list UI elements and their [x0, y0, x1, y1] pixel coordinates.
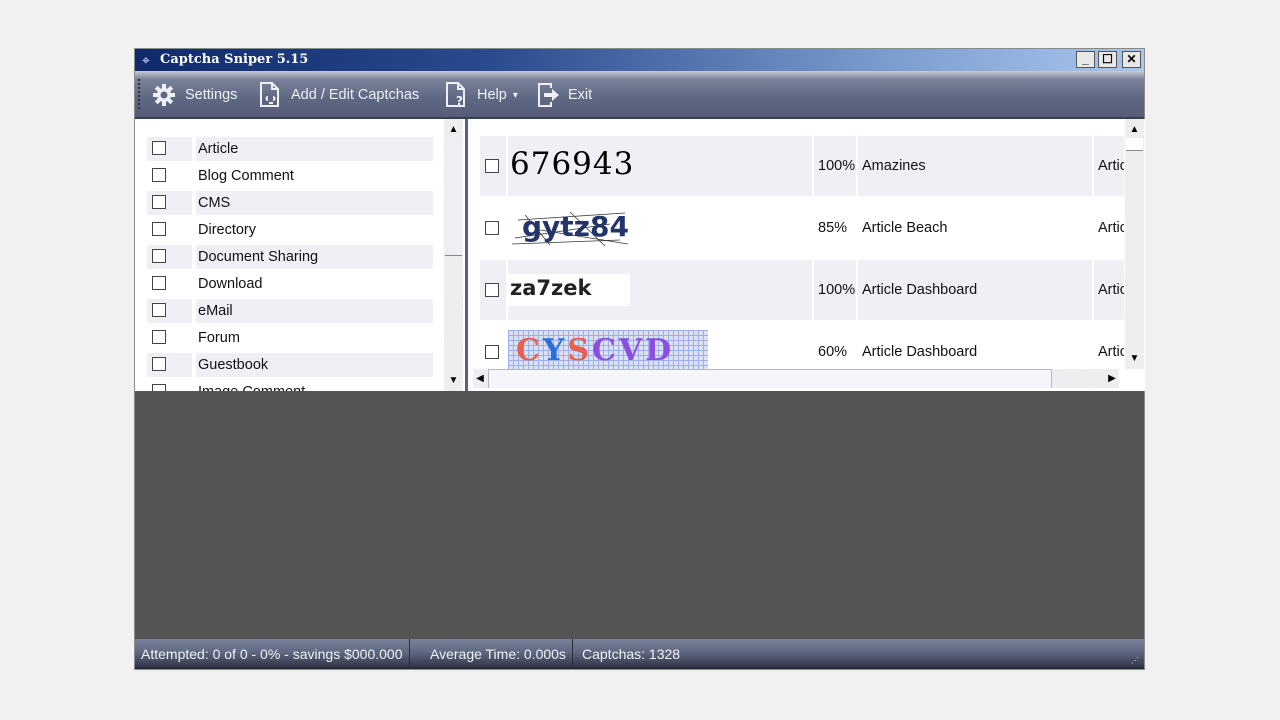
- toolbar: Settings Add / Edit Captchas ? Help ▾ Ex…: [135, 71, 1144, 119]
- document-help-icon: ?: [443, 82, 469, 108]
- captcha-category: Article: [1098, 282, 1124, 298]
- svg-text:?: ?: [456, 94, 463, 108]
- settings-button[interactable]: Settings: [151, 79, 237, 111]
- scroll-up-arrow[interactable]: ▲: [444, 121, 463, 138]
- category-label: Article: [196, 137, 433, 161]
- exit-label: Exit: [568, 87, 593, 103]
- document-edit-icon: [257, 82, 283, 108]
- captcha-image-text: gytz84: [522, 210, 629, 243]
- category-label: eMail: [196, 299, 433, 323]
- status-attempted: Attempted: 0 of 0 - 0% - savings $000.00…: [135, 639, 410, 669]
- category-item-article[interactable]: Article: [147, 137, 433, 161]
- captcha-category: Article: [1098, 158, 1124, 174]
- minimize-button[interactable]: _: [1076, 51, 1095, 68]
- help-menu-button[interactable]: ? Help ▾: [443, 79, 518, 111]
- crosshair-icon: ⌖: [142, 52, 150, 68]
- captcha-category: Article: [1098, 220, 1124, 236]
- close-button[interactable]: ✕: [1122, 51, 1141, 68]
- maximize-button[interactable]: ☐: [1098, 51, 1117, 68]
- gear-icon: [151, 82, 177, 108]
- category-label: Download: [198, 276, 263, 292]
- title-bar[interactable]: ⌖ Captcha Sniper 5.15 _ ☐ ✕: [135, 49, 1144, 71]
- captcha-name: Article Beach: [862, 220, 948, 236]
- captcha-checkbox[interactable]: [485, 345, 499, 359]
- captcha-image-text: CYSCVD: [516, 333, 675, 368]
- category-checkbox[interactable]: [152, 141, 166, 155]
- status-captcha-count: Captchas: 1328: [582, 646, 681, 662]
- help-label: Help: [477, 87, 507, 103]
- status-bar: Attempted: 0 of 0 - 0% - savings $000.00…: [135, 639, 1144, 669]
- category-checkbox[interactable]: [152, 168, 166, 182]
- scroll-down-arrow[interactable]: ▼: [1125, 350, 1144, 367]
- toolbar-grip[interactable]: [138, 79, 142, 109]
- scroll-thumb[interactable]: [445, 139, 462, 256]
- category-label: Image Comment: [196, 380, 431, 391]
- captcha-checkbox[interactable]: [485, 283, 499, 297]
- captcha-image-text: za7zek: [510, 276, 592, 300]
- category-scrollbar[interactable]: ▲ ▼: [444, 119, 463, 391]
- scroll-thumb[interactable]: [1126, 138, 1143, 151]
- category-checkbox[interactable]: [152, 276, 166, 290]
- category-item-download[interactable]: Download: [147, 272, 431, 296]
- exit-button[interactable]: Exit: [536, 79, 592, 111]
- category-item-document-sharing[interactable]: Document Sharing: [147, 245, 433, 269]
- category-item-guestbook[interactable]: Guestbook: [147, 353, 433, 377]
- captcha-accuracy: 85%: [818, 220, 848, 236]
- category-label: Guestbook: [196, 353, 433, 377]
- category-checkbox[interactable]: [152, 330, 166, 344]
- scroll-thumb[interactable]: [488, 369, 1052, 388]
- captcha-image: 676943: [508, 136, 812, 196]
- scroll-left-arrow[interactable]: ◀: [473, 370, 487, 387]
- category-checkbox[interactable]: [152, 222, 166, 236]
- captcha-vertical-scrollbar[interactable]: ▲ ▼: [1125, 119, 1144, 369]
- category-checkbox[interactable]: [152, 195, 166, 209]
- category-list: Article Blog Comment CMS Directory Docum…: [135, 119, 465, 391]
- category-checkbox[interactable]: [152, 249, 166, 263]
- category-label: Document Sharing: [196, 245, 433, 269]
- scroll-down-arrow[interactable]: ▼: [444, 372, 463, 389]
- captcha-image: za7zek: [508, 260, 812, 320]
- captcha-image: gytz84: [508, 198, 812, 258]
- captcha-accuracy: 100%: [818, 158, 856, 174]
- captcha-row[interactable]: 676943 100% Amazines Article: [480, 136, 1124, 196]
- settings-label: Settings: [185, 87, 238, 103]
- captcha-list: 676943 100% Amazines Article gytz84 85% …: [468, 119, 1145, 391]
- captcha-accuracy: 100%: [818, 282, 856, 298]
- category-item-email[interactable]: eMail: [147, 299, 433, 323]
- category-item-cms[interactable]: CMS: [147, 191, 433, 215]
- category-label: Forum: [198, 330, 240, 346]
- scroll-up-arrow[interactable]: ▲: [1125, 121, 1144, 138]
- category-checkbox[interactable]: [152, 303, 166, 317]
- scroll-right-arrow[interactable]: ▶: [1105, 370, 1119, 387]
- category-label: CMS: [196, 191, 433, 215]
- category-label: Blog Comment: [198, 168, 294, 184]
- captcha-checkbox[interactable]: [485, 221, 499, 235]
- resize-grip-icon[interactable]: ⋰: [1131, 656, 1141, 666]
- window-title: Captcha Sniper 5.15: [160, 52, 309, 67]
- category-item-directory[interactable]: Directory: [147, 218, 431, 242]
- captcha-image-text: 676943: [510, 146, 635, 182]
- captcha-row[interactable]: gytz84 85% Article Beach Article: [480, 198, 1124, 258]
- captcha-horizontal-scrollbar[interactable]: ◀ ▶: [473, 369, 1119, 388]
- captcha-checkbox[interactable]: [485, 159, 499, 173]
- add-edit-captchas-button[interactable]: Add / Edit Captchas: [257, 79, 419, 111]
- captcha-name: Article Dashboard: [862, 282, 978, 298]
- category-checkbox[interactable]: [152, 384, 166, 391]
- category-item-forum[interactable]: Forum: [147, 326, 431, 350]
- category-label: Directory: [198, 222, 257, 238]
- exit-icon: [536, 82, 562, 108]
- add-edit-captchas-label: Add / Edit Captchas: [291, 87, 420, 103]
- app-window: ⌖ Captcha Sniper 5.15 _ ☐ ✕ Settings Add…: [134, 48, 1145, 670]
- category-checkbox[interactable]: [152, 357, 166, 371]
- captcha-name: Amazines: [862, 158, 926, 174]
- captcha-row[interactable]: za7zek 100% Article Dashboard Article: [480, 260, 1124, 320]
- chevron-down-icon: ▾: [512, 89, 518, 101]
- category-item-blog-comment[interactable]: Blog Comment: [147, 164, 431, 188]
- category-item-image-comment[interactable]: Image Comment: [147, 380, 431, 391]
- status-average-time: Average Time: 0.000s: [424, 639, 573, 669]
